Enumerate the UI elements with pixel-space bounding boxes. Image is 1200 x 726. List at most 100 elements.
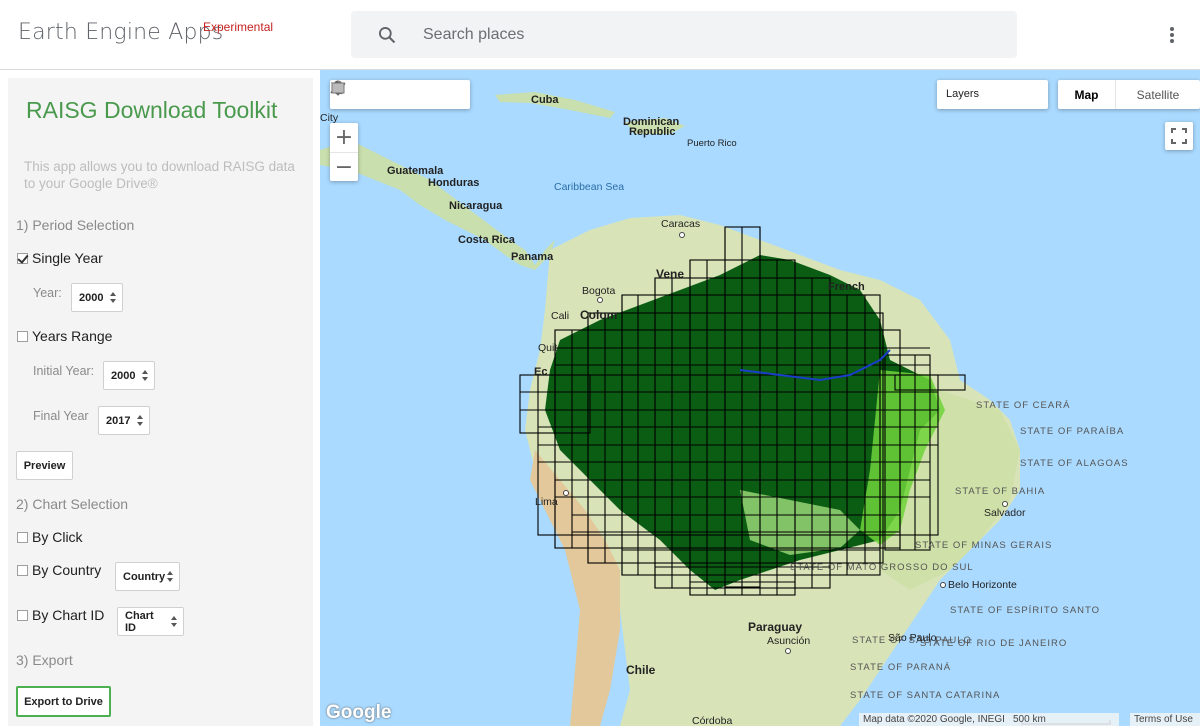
- chart-selection-heading: 2) Chart Selection: [16, 496, 129, 512]
- label-quito: Quit: [538, 342, 558, 354]
- line-tool-icon[interactable]: [330, 80, 414, 109]
- label-state-minas-gerais: STATE OF MINAS GERAIS: [915, 540, 1053, 551]
- zoom-out-button[interactable]: −: [330, 152, 358, 181]
- initial-year-select[interactable]: 2000: [103, 361, 155, 390]
- search-box[interactable]: [351, 11, 1017, 58]
- years-range-label[interactable]: Years Range: [32, 328, 112, 344]
- label-venezuela: Vene: [656, 267, 685, 281]
- label-colombia: Colom: [580, 308, 618, 322]
- by-chart-id-checkbox[interactable]: [17, 609, 28, 621]
- year-select[interactable]: 2000: [71, 283, 123, 312]
- year-label: Year:: [33, 286, 62, 300]
- more-options-icon[interactable]: [1162, 25, 1182, 45]
- single-year-row[interactable]: Single Year: [17, 248, 103, 268]
- zoom-in-button[interactable]: +: [330, 123, 358, 152]
- map-type-control: Map Satellite: [1058, 80, 1200, 109]
- label-caracas: Caracas: [661, 218, 701, 230]
- belo-horizonte-city-dot: [940, 582, 946, 588]
- zoom-control: + −: [330, 123, 358, 181]
- by-click-row[interactable]: By Click: [17, 527, 83, 547]
- country-select[interactable]: Country: [115, 562, 180, 591]
- label-state-espirito-santo: STATE OF ESPÍRITO SANTO: [950, 605, 1101, 616]
- fullscreen-icon[interactable]: [1165, 122, 1193, 150]
- by-country-row[interactable]: By Country: [17, 560, 101, 580]
- label-cuba: Cuba: [531, 94, 559, 106]
- final-year-select[interactable]: 2017: [98, 406, 150, 435]
- initial-year-label: Initial Year:: [33, 364, 95, 378]
- layers-dropdown[interactable]: Layers: [937, 80, 1048, 109]
- label-chile: Chile: [626, 663, 656, 677]
- polygon-tool-icon[interactable]: [330, 80, 442, 109]
- asuncion-city-dot: [785, 648, 791, 654]
- period-selection-heading: 1) Period Selection: [16, 217, 135, 233]
- label-caribbean-sea: Caribbean Sea: [554, 181, 625, 193]
- label-paraguay: Paraguay: [748, 620, 803, 634]
- single-year-checkbox[interactable]: [17, 252, 28, 264]
- salvador-city-dot: [1002, 501, 1008, 507]
- export-heading: 3) Export: [16, 652, 73, 668]
- preview-button[interactable]: Preview: [16, 451, 73, 480]
- label-sao-paulo: São Paulo: [888, 632, 937, 644]
- label-puerto-rico: Puerto Rico: [687, 138, 737, 149]
- export-to-drive-button[interactable]: Export to Drive: [16, 686, 111, 717]
- label-asuncion: Asunción: [767, 635, 811, 647]
- panel-title: RAISG Download Toolkit: [26, 97, 278, 123]
- label-state-paraiba: STATE OF PARAÍBA: [1020, 426, 1125, 437]
- final-year-label: Final Year: [33, 409, 89, 423]
- label-cordoba: Córdoba: [692, 715, 733, 726]
- country-select-value: Country: [123, 570, 166, 583]
- label-bogota: Bogota: [582, 285, 616, 297]
- label-state-alagoas: STATE OF ALAGOAS: [1020, 458, 1129, 469]
- search-input[interactable]: [423, 23, 983, 47]
- label-ecuador: Ec: [534, 366, 548, 378]
- by-country-checkbox[interactable]: [17, 564, 28, 576]
- drawing-tools: [330, 80, 470, 109]
- marker-tool-icon[interactable]: [333, 80, 386, 109]
- label-salvador: Salvador: [984, 507, 1026, 519]
- lima-city-dot: [563, 490, 569, 496]
- label-panama: Panama: [511, 251, 554, 263]
- map-attribution: Map data ©2020 Google, INEGI: [859, 713, 1009, 726]
- label-costa-rica: Costa Rica: [458, 234, 515, 246]
- chart-id-select[interactable]: Chart ID: [117, 607, 184, 636]
- chart-id-select-value: Chart ID: [125, 609, 154, 634]
- label-state-mato-grosso-do-sul: STATE OF MATO GROSSO DO SUL: [790, 562, 974, 573]
- years-range-checkbox[interactable]: [17, 330, 28, 342]
- by-chart-id-label[interactable]: By Chart ID: [32, 607, 104, 623]
- initial-year-select-value: 2000: [111, 369, 136, 382]
- by-country-label[interactable]: By Country: [32, 562, 101, 578]
- panel-description: This app allows you to download RAISG da…: [24, 159, 295, 191]
- label-french-guiana: French: [828, 281, 865, 293]
- single-year-label[interactable]: Single Year: [32, 250, 103, 266]
- label-guatemala: Guatemala: [387, 165, 444, 177]
- by-click-label[interactable]: By Click: [32, 529, 83, 545]
- label-nicaragua: Nicaragua: [449, 200, 503, 212]
- by-chart-id-row[interactable]: By Chart ID: [17, 605, 104, 625]
- label-state-santa-catarina: STATE OF SANTA CATARINA: [850, 690, 1001, 701]
- label-state-parana: STATE OF PARANÁ: [850, 662, 952, 673]
- app-header: Earth Engine Apps Experimental: [0, 0, 1200, 70]
- years-range-row[interactable]: Years Range: [17, 326, 112, 346]
- map-type-satellite-button[interactable]: Satellite: [1115, 80, 1200, 109]
- year-select-value: 2000: [79, 291, 104, 304]
- label-state-bahia: STATE OF BAHIA: [955, 486, 1046, 497]
- experimental-badge: Experimental: [203, 20, 274, 34]
- label-cali: Cali: [551, 310, 570, 322]
- app-brand[interactable]: Earth Engine Apps: [18, 20, 223, 45]
- by-click-checkbox[interactable]: [17, 531, 28, 543]
- caracas-city-dot: [679, 232, 685, 238]
- search-icon[interactable]: [377, 25, 397, 45]
- label-belo-horizonte: Belo Horizonte: [948, 579, 1017, 591]
- label-state-ceara: STATE OF CEARÁ: [976, 400, 1071, 411]
- map-canvas[interactable]: Cuba City Dominican Republic Puerto Rico…: [320, 70, 1200, 726]
- final-year-select-value: 2017: [106, 414, 131, 427]
- rectangle-tool-icon[interactable]: [331, 80, 470, 109]
- map-type-map-button[interactable]: Map: [1058, 80, 1115, 109]
- scale-label: 500 km: [1009, 713, 1119, 726]
- google-logo: Google: [326, 702, 392, 723]
- bogota-city-dot: [597, 297, 603, 303]
- label-lima: Lima: [535, 496, 558, 508]
- label-honduras: Honduras: [428, 177, 480, 189]
- label-republic: Republic: [629, 126, 676, 138]
- terms-of-use-link[interactable]: Terms of Use: [1130, 713, 1200, 726]
